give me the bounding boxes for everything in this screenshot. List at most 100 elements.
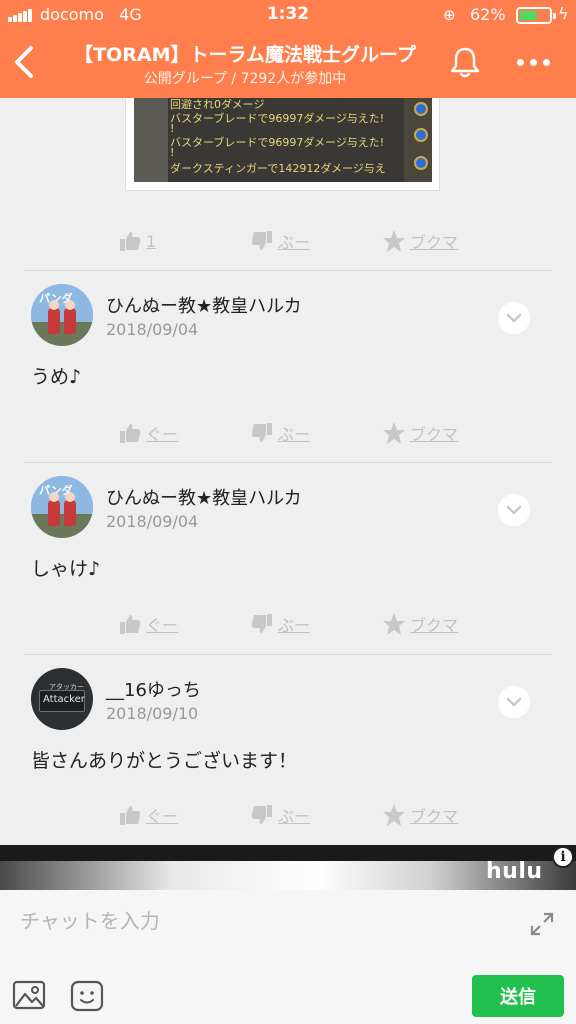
image-attach-button[interactable] [12,980,46,1010]
comment-item: パンダ ひんぬー教★教皇ハルカ 2018/09/04 しゃけ♪ [0,464,576,584]
like-label: ぐー [146,616,179,635]
thumbs-down-icon [251,614,272,633]
bookmark-label: ブクマ [410,616,459,635]
star-icon [383,613,405,635]
dislike-label: ぶー [278,233,311,252]
avatar[interactable]: パンダ [31,284,93,346]
expand-icon [530,912,554,936]
dislike-button[interactable]: ぶー [250,800,310,830]
stamp-button[interactable] [70,980,104,1012]
thumbs-down-icon [251,231,272,250]
avatar-tag: Attacker [43,694,85,705]
comment-text: 皆さんありがとうございます！ [31,750,298,772]
like-button[interactable]: ぐー [118,418,178,448]
like-label: ぐー [146,807,179,826]
orb-icon [414,102,428,116]
post-image-content: 回避され0ダメージ バスターブレードで96997ダメージ与えた! ! バスターブ… [134,98,432,182]
chevron-down-icon [506,697,522,707]
star-icon [383,804,405,826]
image-icon [12,980,46,1010]
divider [24,270,552,271]
thumbs-up-icon [120,615,141,634]
like-count: 1 [146,231,157,251]
comment-text: しゃけ♪ [31,558,101,580]
star-icon [383,230,405,252]
ad-brand-logo: hulu [486,859,543,884]
comment-item: アタッカー Attacker __16ゆっち 2018/09/10 皆さんありが… [0,656,576,776]
avatar[interactable]: パンダ [31,476,93,538]
like-button[interactable]: ぐー [118,800,178,830]
bookmark-label: ブクマ [410,425,459,444]
dislike-button[interactable]: ぶー [250,609,310,639]
post-image[interactable]: 回避され0ダメージ バスターブレードで96997ダメージ与えた! ! バスターブ… [125,98,440,191]
avatar[interactable]: アタッカー Attacker [31,668,93,730]
back-button[interactable] [12,44,42,84]
comment-date: 2018/09/10 [106,704,199,723]
chevron-down-icon [506,313,522,323]
like-button[interactable]: 1 [118,226,156,256]
preview-line: ! [170,146,175,159]
bookmark-button[interactable]: ブクマ [382,418,458,448]
star-icon [383,422,405,444]
group-title: 【TORAM】トーラム魔法戦士グループ [74,44,416,66]
charging-icon: ϟ [558,4,569,23]
like-label: ぐー [146,425,179,444]
more-options-button[interactable] [515,48,553,76]
comment-username[interactable]: __16ゆっち [106,676,201,702]
bookmark-button[interactable]: ブクマ [382,609,458,639]
notification-button[interactable] [447,44,483,80]
comment-action-bar: ぐー ぶー ブクマ [0,418,576,448]
divider [24,462,552,463]
orientation-lock-icon: ⊕ [443,6,456,24]
thumbs-up-icon [120,806,141,825]
send-button[interactable]: 送信 [472,975,564,1017]
dislike-label: ぶー [278,807,311,826]
emoji-face-icon [70,980,104,1012]
dislike-label: ぶー [278,425,311,444]
chevron-down-icon [506,505,522,515]
comment-date: 2018/09/04 [106,512,199,531]
comment-menu-button[interactable] [498,494,530,526]
thumbs-up-icon [120,232,141,251]
thumbs-up-icon [120,424,141,443]
thumbs-down-icon [251,805,272,824]
bell-icon [450,47,480,78]
divider [24,654,552,655]
status-bar: docomo 4G 1:32 ⊕ 62% ϟ [0,0,576,30]
ad-banner[interactable]: hulu i [0,845,576,890]
comment-date: 2018/09/04 [106,320,199,339]
chat-input[interactable] [0,890,576,952]
comment-action-bar: ぐー ぶー ブクマ [0,800,576,830]
comment-action-bar: ぐー ぶー ブクマ [0,609,576,639]
comment-text: うめ♪ [31,366,82,388]
dislike-label: ぶー [278,616,311,635]
comment-item: パンダ ひんぬー教★教皇ハルカ 2018/09/04 うめ♪ [0,272,576,392]
like-button[interactable]: ぐー [118,609,178,639]
app-header: docomo 4G 1:32 ⊕ 62% ϟ 【TORAM】トーラム魔法戦士グル… [0,0,576,98]
comment-username[interactable]: ひんぬー教★教皇ハルカ [106,292,302,318]
ad-info-icon[interactable]: i [552,846,574,868]
orb-icon [414,156,428,170]
dislike-button[interactable]: ぶー [250,226,310,256]
bookmark-label: ブクマ [410,807,459,826]
preview-line: バスターブレードで96997ダメージ与えた! [170,136,385,149]
expand-button[interactable] [528,910,556,938]
chevron-left-icon [15,46,33,78]
post-action-bar: 1 ぶー ブクマ [0,226,576,256]
preview-line: ダークスティンガーで142912ダメージ与え [170,162,386,175]
bookmark-button[interactable]: ブクマ [382,226,458,256]
preview-line: バスターブレードで96997ダメージ与えた! [170,112,385,125]
group-subtitle: 公開グループ / 7292人が参加中 [143,71,347,87]
bookmark-label: ブクマ [410,233,459,252]
battery-percent: 62% [470,5,506,24]
avatar-subtag: アタッカー [49,683,84,691]
dislike-button[interactable]: ぶー [250,418,310,448]
comment-username[interactable]: ひんぬー教★教皇ハルカ [106,484,302,510]
thumbs-down-icon [251,423,272,442]
bookmark-button[interactable]: ブクマ [382,800,458,830]
battery-icon [516,7,556,24]
comment-menu-button[interactable] [498,302,530,334]
chat-bar: 送信 [0,890,576,1024]
orb-icon [414,128,428,142]
comment-menu-button[interactable] [498,686,530,718]
